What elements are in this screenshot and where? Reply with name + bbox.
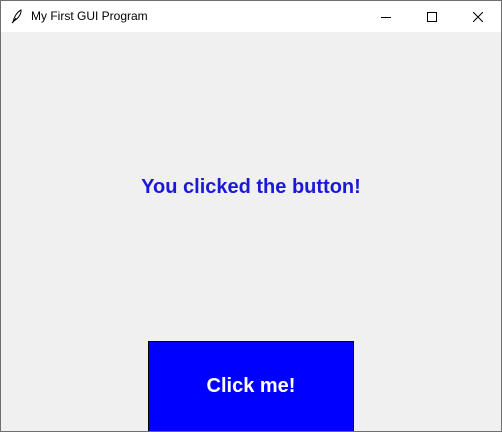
click-me-button[interactable]: Click me! [148,341,354,431]
maximize-icon [427,11,437,22]
status-message: You clicked the button! [141,176,361,198]
title-bar[interactable]: My First GUI Program [1,1,501,32]
feather-icon [9,8,25,24]
minimize-button[interactable] [363,1,409,32]
window-content: You clicked the button! Click me! [1,32,501,431]
close-icon [473,11,483,22]
app-window: My First GUI Program You clicked the but… [0,0,502,432]
close-button[interactable] [455,1,501,32]
window-title: My First GUI Program [31,9,148,23]
minimize-icon [381,12,391,22]
maximize-button[interactable] [409,1,455,32]
